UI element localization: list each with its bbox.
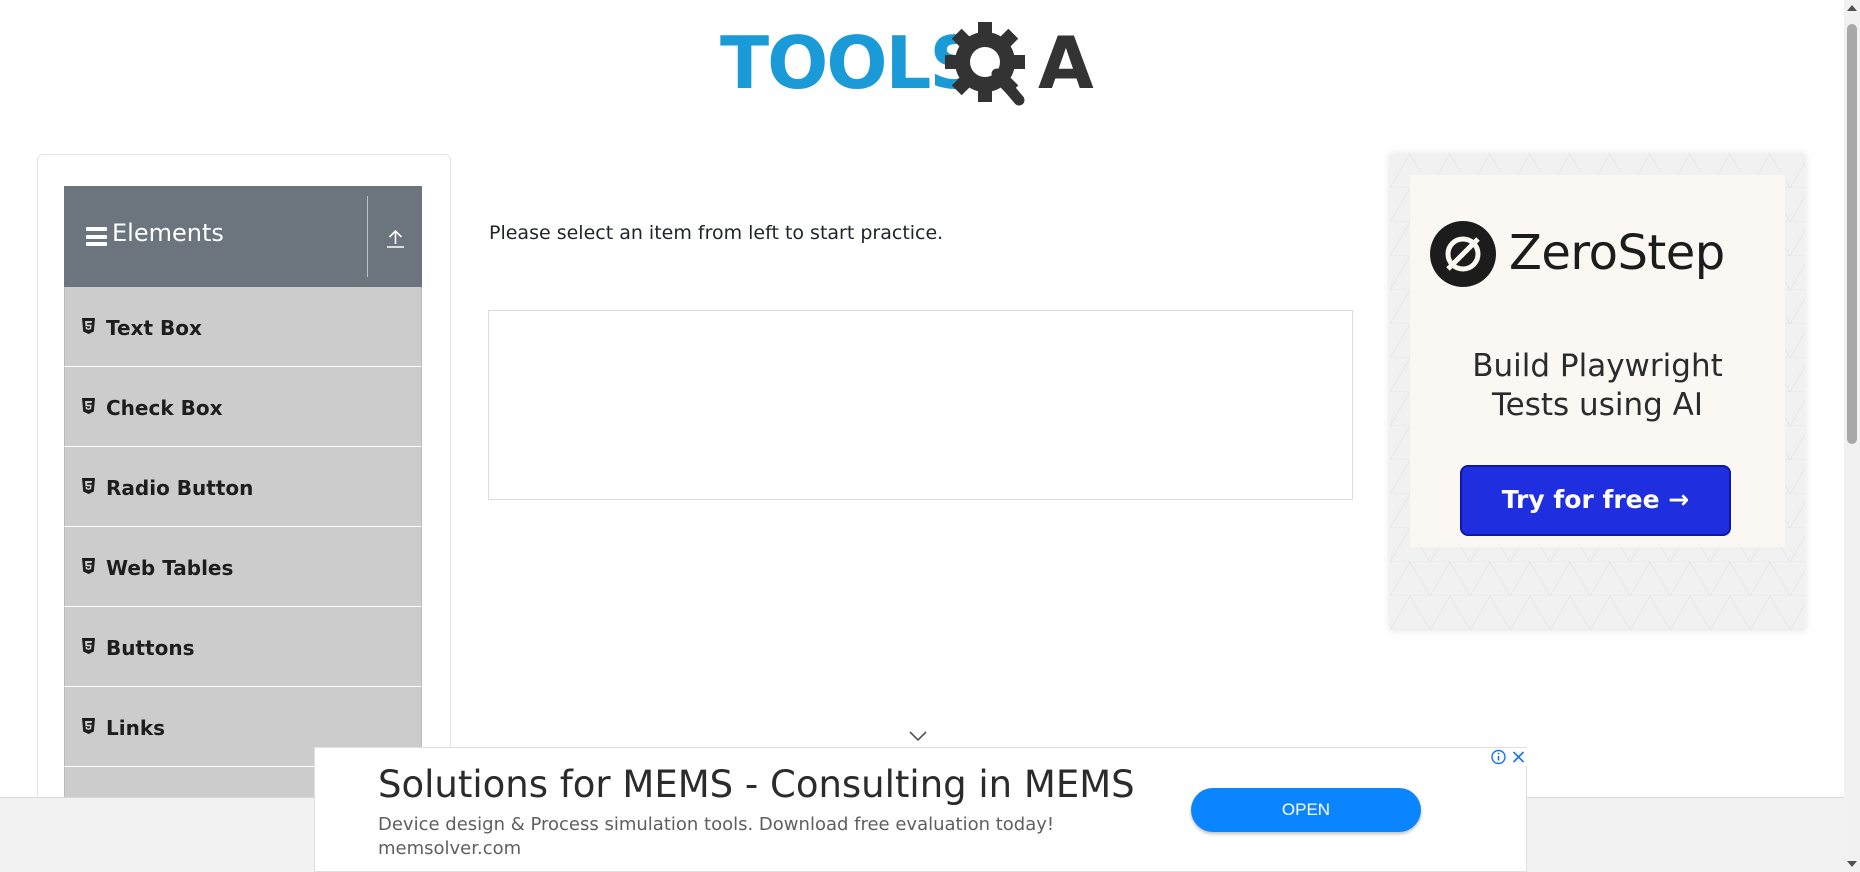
menu-item-label: Check Box [106, 396, 223, 420]
gear-magnifier-icon [945, 22, 1025, 106]
chevron-down-icon[interactable] [907, 729, 929, 743]
try-for-free-button[interactable]: Try for free → [1460, 465, 1731, 536]
hamburger-icon [86, 227, 107, 246]
menu-item-label: Links [106, 716, 166, 740]
menu-item-label: Web Tables [106, 556, 234, 580]
menu-item-label: Radio Button [106, 476, 254, 500]
html5-icon [82, 318, 95, 334]
menu-item-buttons[interactable]: Buttons [64, 607, 422, 687]
scroll-thumb[interactable] [1847, 24, 1857, 444]
open-button[interactable]: OPEN [1191, 788, 1421, 832]
menu-item-radio-button[interactable]: Radio Button [64, 447, 422, 527]
menu-item-text-box[interactable]: Text Box [64, 287, 422, 367]
upload-arrow-icon [387, 229, 404, 248]
ad-url[interactable]: memsolver.com [378, 838, 521, 859]
header-divider [367, 196, 368, 277]
html5-icon [82, 478, 95, 494]
collapse-button[interactable] [369, 186, 422, 287]
ad-headline-line2: Tests using AI [1492, 387, 1703, 423]
ad-card: ZeroStep Build Playwright Tests using AI… [1410, 175, 1785, 547]
content-box [488, 310, 1353, 500]
toolsqa-logo[interactable]: TOOLS A [720, 18, 1125, 116]
menu-item-check-box[interactable]: Check Box [64, 367, 422, 447]
html5-icon [82, 398, 95, 414]
zerostep-logo-icon [1430, 221, 1496, 287]
html5-icon [82, 638, 95, 654]
zerostep-ad[interactable]: ZeroStep Build Playwright Tests using AI… [1390, 154, 1805, 630]
ad-title[interactable]: Solutions for MEMS - Consulting in MEMS [378, 763, 1135, 806]
ad-brand: ZeroStep [1509, 225, 1725, 281]
ad-headline-line1: Build Playwright [1472, 348, 1723, 384]
intro-text: Please select an item from left to start… [489, 222, 944, 244]
mems-ad-banner[interactable]: Solutions for MEMS - Consulting in MEMS … [314, 747, 1528, 872]
elements-group-header[interactable]: Elements [64, 186, 422, 287]
page-scrollbar[interactable] [1844, 0, 1860, 872]
ad-info-icon[interactable] [1489, 748, 1508, 766]
menu-item-label: Text Box [106, 316, 202, 340]
scroll-down-arrow-icon[interactable] [1844, 855, 1860, 872]
logo-text-tools: TOOLS [720, 21, 979, 105]
ad-headline: Build Playwright Tests using AI [1410, 347, 1785, 425]
menu-item-web-tables[interactable]: Web Tables [64, 527, 422, 607]
scroll-up-arrow-icon[interactable] [1844, 0, 1860, 17]
logo-text-a: A [1038, 21, 1094, 105]
group-title: Elements [112, 219, 224, 247]
menu-item-label: Buttons [106, 636, 195, 660]
ad-close-icon[interactable] [1509, 748, 1528, 766]
ad-description: Device design & Process simulation tools… [378, 814, 1055, 835]
html5-icon [82, 558, 95, 574]
html5-icon [82, 718, 95, 734]
